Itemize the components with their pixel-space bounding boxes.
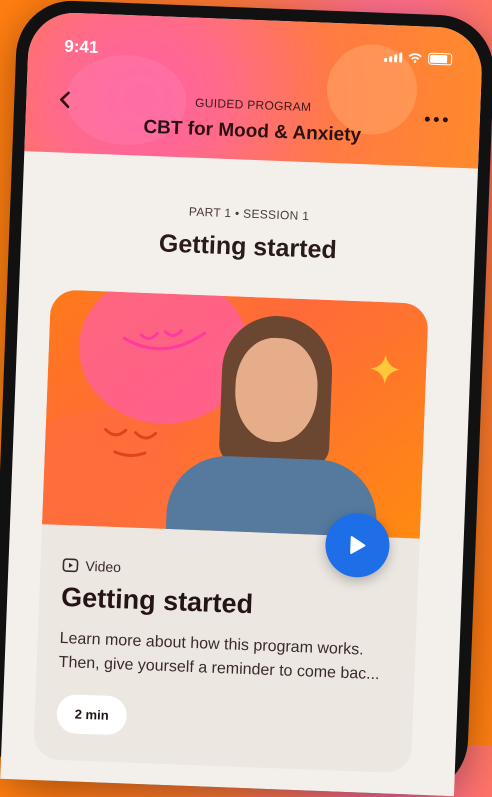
status-time: 9:41 [64, 36, 99, 57]
session-part-label: PART 1 • SESSION 1 [188, 204, 310, 224]
signal-icon [384, 52, 403, 63]
program-header: 9:41 GUIDED PROGRAM CBT for Mood & Anxie… [24, 11, 484, 169]
battery-icon [427, 52, 453, 66]
more-dots-icon[interactable] [424, 116, 448, 123]
video-thumbnail[interactable] [42, 289, 429, 539]
phone-frame: 9:41 GUIDED PROGRAM CBT for Mood & Anxie… [0, 0, 492, 797]
smile-doodle-icon [122, 328, 206, 351]
duration-badge: 2 min [56, 693, 128, 736]
sparkle-icon [370, 354, 401, 385]
session-title: Getting started [158, 229, 338, 265]
app-screen: 9:41 GUIDED PROGRAM CBT for Mood & Anxie… [0, 11, 484, 797]
program-title: CBT for Mood & Anxiety [143, 116, 362, 147]
status-icons [384, 51, 453, 66]
card-title: Getting started [60, 581, 254, 620]
play-icon [350, 536, 366, 555]
media-type-label: Video [85, 557, 122, 576]
face-doodle-icon [104, 428, 158, 457]
video-icon [62, 558, 79, 573]
wifi-icon [408, 53, 422, 63]
card-description: Learn more about how this program works.… [58, 629, 380, 684]
media-type-row: Video [62, 557, 121, 575]
video-card[interactable]: Video Getting started Learn more about h… [33, 289, 429, 774]
